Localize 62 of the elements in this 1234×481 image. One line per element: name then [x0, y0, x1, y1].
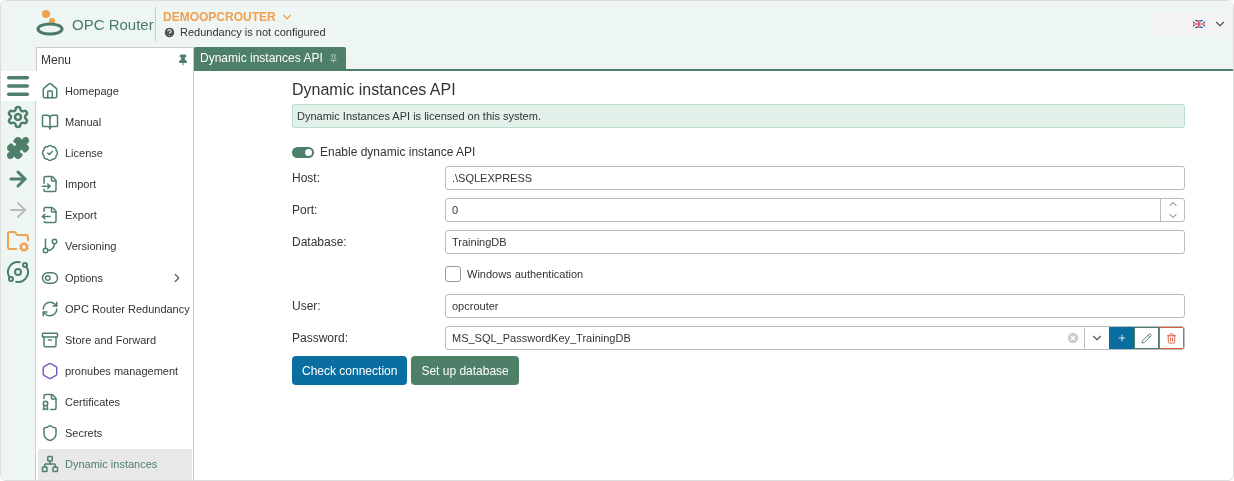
refresh-icon: [41, 299, 59, 318]
menu-item[interactable]: License: [38, 137, 192, 169]
delete-button[interactable]: [1159, 327, 1184, 349]
page-title: Dynamic instances API: [292, 81, 457, 99]
trash-icon: [1166, 332, 1177, 344]
pin-icon[interactable]: [177, 53, 189, 66]
certificate-icon: [41, 393, 59, 412]
gear-icon[interactable]: [6, 104, 30, 129]
field-label: Database:: [292, 235, 348, 249]
network-icon: [41, 455, 59, 474]
archive-icon: [41, 330, 59, 349]
menu-item[interactable]: Import: [38, 168, 192, 200]
menu-item[interactable]: OPC Router Redundancy: [38, 293, 192, 325]
license-notice: Dynamic Instances API is licensed on this system.: [292, 104, 1185, 128]
secret-field[interactable]: MS_SQL_PasswordKey_TrainingDB: [445, 326, 1185, 350]
plus-icon: [1116, 333, 1127, 343]
flag-icon: [1193, 20, 1205, 28]
menu-item[interactable]: Homepage: [38, 75, 192, 107]
menu-item[interactable]: Options: [38, 261, 192, 294]
file-export-icon: [41, 206, 59, 225]
ring-icon[interactable]: [6, 259, 30, 284]
menu-item[interactable]: Store and Forward: [38, 324, 192, 356]
toggle-switch[interactable]: [292, 146, 314, 158]
pin-icon[interactable]: [328, 53, 338, 63]
menu-item[interactable]: Dynamic instances: [38, 448, 192, 480]
house-icon: [41, 81, 59, 100]
input-field[interactable]: TrainingDB: [445, 230, 1185, 254]
shield-icon: [41, 424, 59, 443]
input-field[interactable]: opcrouter: [445, 294, 1185, 318]
tab[interactable]: Dynamic instances API: [194, 47, 346, 69]
badge-check-icon: [41, 143, 59, 162]
hexagon-icon: [41, 362, 59, 380]
menu-item[interactable]: Versioning: [38, 230, 192, 262]
toggle-label: Enable dynamic instance API: [320, 145, 476, 159]
file-import-icon: [41, 175, 59, 194]
input-field[interactable]: .\SQLEXPRESS: [445, 166, 1185, 190]
add-button[interactable]: [1109, 327, 1134, 349]
menu-item[interactable]: Manual: [38, 106, 192, 138]
number-field[interactable]: 0: [445, 198, 1185, 222]
redundancy-status: Redundancy is not configured: [180, 26, 326, 38]
edit-button[interactable]: [1134, 327, 1159, 349]
action-button[interactable]: Set up database: [411, 356, 519, 385]
logo-text: OPC Router: [72, 15, 154, 33]
field-label: Host:: [292, 171, 321, 185]
branch-icon: [41, 237, 59, 256]
menu-item[interactable]: pronubes management: [38, 355, 192, 387]
pencil-icon: [1141, 332, 1152, 344]
menu-item[interactable]: Secrets: [38, 417, 192, 449]
book-icon: [41, 112, 59, 131]
menu-title: Menu: [41, 52, 72, 67]
menu-item[interactable]: Export: [38, 199, 192, 231]
action-button[interactable]: Check connection: [292, 356, 408, 385]
field-label: Port:: [292, 203, 319, 217]
field-label: User:: [292, 299, 322, 313]
checkbox[interactable]: [445, 266, 461, 282]
puzzle-icon[interactable]: [6, 135, 30, 160]
checkbox-label: Windows authentication: [467, 268, 584, 280]
folder-gear-icon[interactable]: [6, 228, 30, 253]
field-label: Password:: [292, 331, 350, 345]
help-icon: [163, 25, 176, 39]
language-selector[interactable]: [1153, 11, 1227, 37]
menu-item[interactable]: Certificates: [38, 386, 192, 418]
